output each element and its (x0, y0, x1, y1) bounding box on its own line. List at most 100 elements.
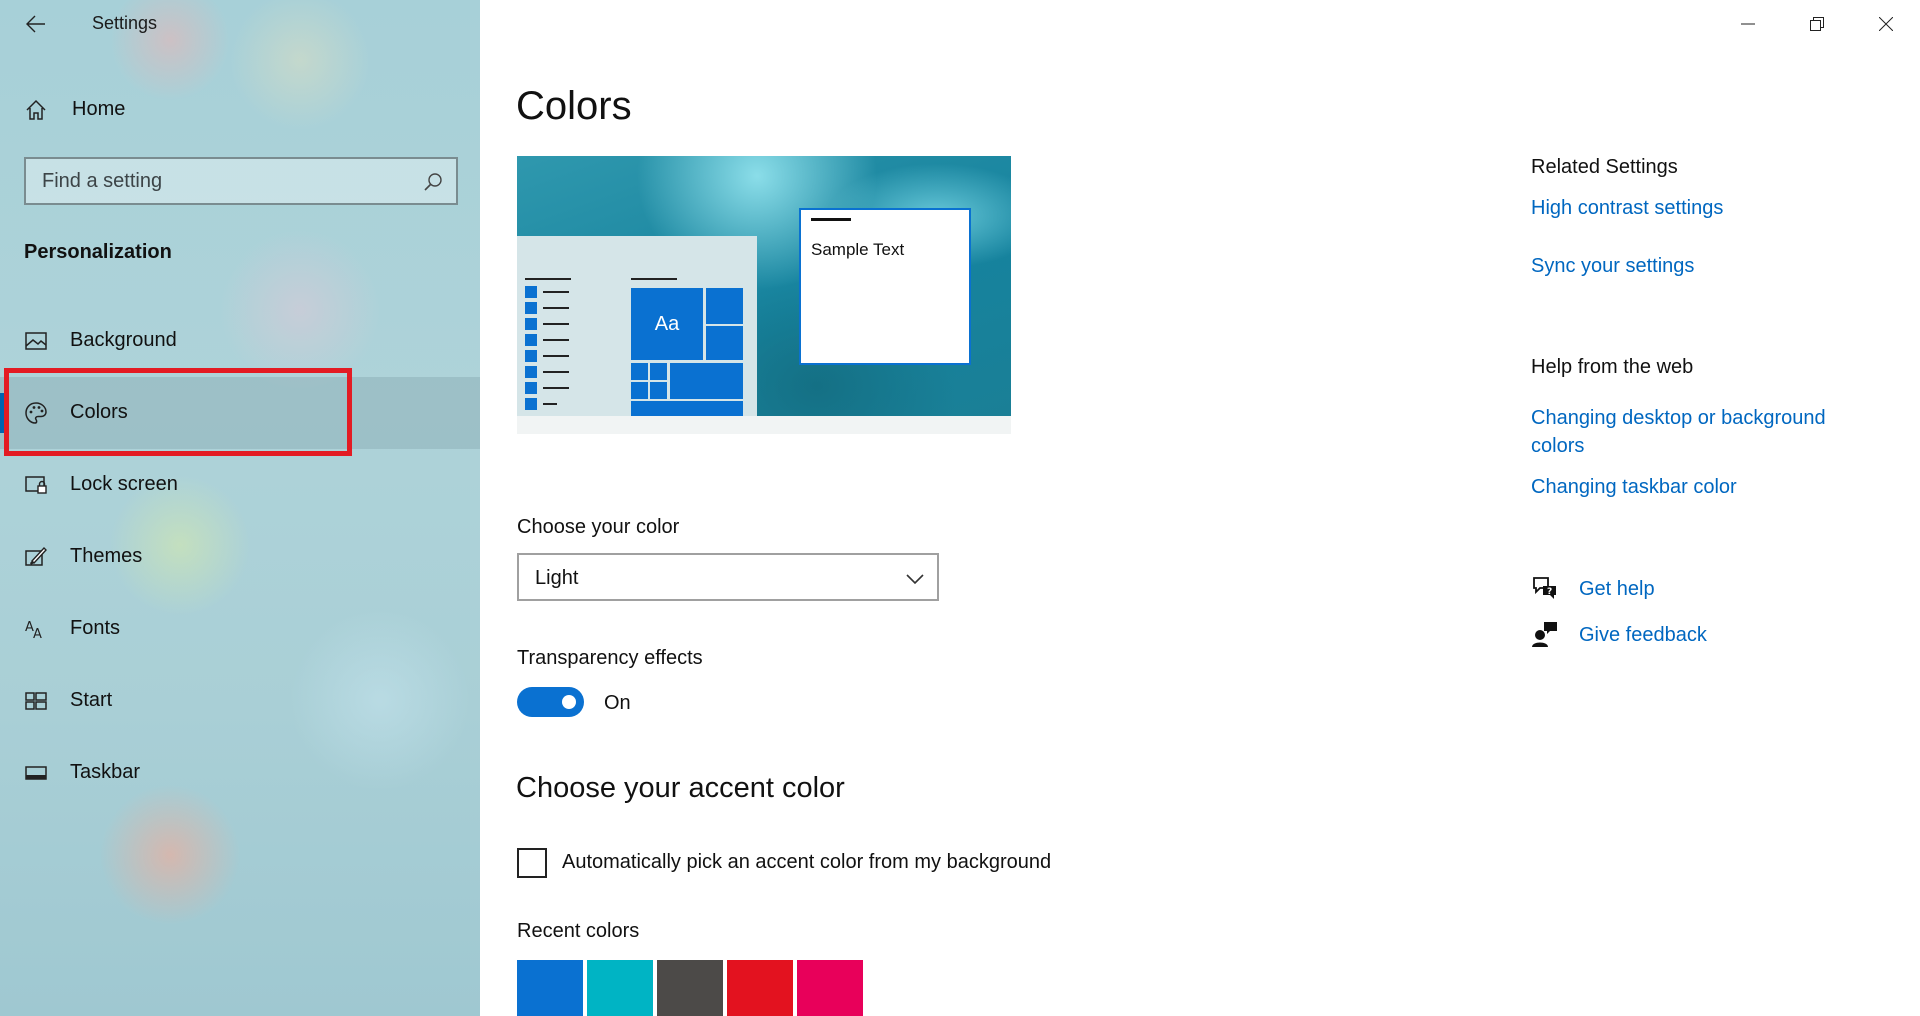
minimize-button[interactable] (1713, 0, 1782, 48)
sync-settings-link[interactable]: Sync your settings (1531, 252, 1694, 280)
back-arrow-icon (26, 15, 45, 33)
preview-start-menu: Aa (517, 236, 757, 416)
preview-tile (706, 288, 743, 324)
color-swatch[interactable] (657, 960, 723, 1016)
recent-colors-swatches (517, 960, 867, 1016)
sidebar-item-lock-screen[interactable]: Lock screen (0, 449, 480, 521)
sidebar-item-label: Fonts (70, 617, 121, 639)
feedback-icon (1532, 622, 1557, 647)
preview-window: Sample Text (799, 208, 971, 365)
transparency-state-label: On (604, 692, 631, 714)
sidebar-item-colors[interactable]: Colors (0, 377, 480, 449)
color-swatch[interactable] (517, 960, 583, 1016)
search-input[interactable] (26, 159, 456, 203)
preview-list-row (525, 316, 577, 332)
font-icon: A A (25, 620, 42, 641)
preview-tile-large: Aa (631, 288, 703, 360)
sidebar: Settings Home Personalization Backgroun (0, 0, 480, 1016)
changing-desktop-colors-link[interactable]: Changing desktop or background colors (1531, 404, 1871, 460)
preview-tile (650, 382, 667, 399)
lock-screen-icon (25, 476, 47, 494)
recent-colors-label: Recent colors (517, 920, 640, 942)
preview-line (525, 278, 571, 280)
preview-list-row (525, 380, 577, 396)
preview-tile (650, 363, 667, 380)
accent-color-title: Choose your accent color (516, 772, 845, 804)
transparency-toggle[interactable] (517, 687, 584, 717)
restore-icon (1809, 17, 1824, 31)
sidebar-item-label: Background (70, 329, 177, 351)
preview-list-row (525, 300, 577, 316)
sidebar-item-taskbar[interactable]: Taskbar (0, 737, 480, 809)
preview-list-row (525, 284, 577, 300)
main-content: Colors Aa Sample Text Choose your color … (480, 0, 1920, 1016)
choose-color-dropdown[interactable]: Light (517, 553, 939, 601)
preview-background-image: Aa Sample Text (517, 156, 1011, 416)
palette-icon (25, 402, 47, 424)
search-box[interactable] (24, 157, 458, 205)
sidebar-item-label: Themes (70, 545, 143, 567)
color-swatch[interactable] (587, 960, 653, 1016)
sidebar-item-label: Taskbar (70, 761, 141, 783)
get-help-icon: ? (1533, 577, 1556, 599)
nav-home-label: Home (72, 98, 126, 120)
chevron-down-icon (906, 574, 924, 585)
color-swatch[interactable] (797, 960, 863, 1016)
svg-text:?: ? (1547, 587, 1552, 597)
start-icon (25, 692, 47, 710)
app-title: Settings (92, 13, 158, 33)
preview-tile (631, 401, 743, 416)
minimize-icon (1740, 23, 1755, 25)
color-swatch[interactable] (727, 960, 793, 1016)
close-icon (1878, 17, 1893, 31)
back-button[interactable] (16, 6, 56, 42)
brush-icon (25, 546, 47, 566)
help-heading: Help from the web (1531, 356, 1694, 378)
sidebar-item-themes[interactable]: Themes (0, 521, 480, 593)
preview-sample-text: Sample Text (811, 240, 905, 259)
restore-button[interactable] (1782, 0, 1851, 48)
picture-icon (25, 332, 47, 350)
auto-accent-checkbox[interactable] (517, 848, 547, 878)
settings-window: Settings Home Personalization Backgroun (0, 0, 1920, 1016)
get-help-link[interactable]: Get help (1579, 575, 1655, 603)
sidebar-item-label: Lock screen (70, 473, 178, 495)
transparency-label: Transparency effects (517, 647, 703, 669)
preview-list-row (525, 396, 577, 412)
sidebar-item-start[interactable]: Start (0, 665, 480, 737)
search-icon (424, 173, 442, 191)
preview-tile (670, 363, 743, 399)
title-bar: Settings (0, 0, 480, 48)
choose-color-value: Light (535, 567, 579, 589)
page-title: Colors (516, 84, 632, 128)
choose-color-label: Choose your color (517, 516, 680, 538)
changing-taskbar-color-link[interactable]: Changing taskbar color (1531, 473, 1737, 501)
sidebar-item-label: Colors (70, 401, 128, 423)
sidebar-item-label: Start (70, 689, 113, 711)
toggle-knob (562, 695, 576, 709)
preview-tile (706, 326, 743, 360)
preview-tile (631, 363, 648, 380)
preview-list-row (525, 332, 577, 348)
give-feedback-link[interactable]: Give feedback (1579, 621, 1707, 649)
svg-text:A: A (33, 627, 42, 641)
preview-list-row (525, 364, 577, 380)
nav-list: Background Colors Lock screen Themes A A… (0, 305, 480, 809)
close-button[interactable] (1851, 0, 1920, 48)
section-title: Personalization (24, 241, 172, 263)
high-contrast-link[interactable]: High contrast settings (1531, 194, 1723, 222)
preview-line (631, 278, 677, 280)
sidebar-item-background[interactable]: Background (0, 305, 480, 377)
taskbar-icon (25, 766, 47, 780)
home-icon (26, 99, 46, 120)
preview-window-bar (811, 218, 851, 221)
nav-home[interactable]: Home (0, 88, 480, 132)
preview-list-row (525, 348, 577, 364)
color-preview: Aa Sample Text (517, 156, 1011, 434)
preview-tile (631, 382, 648, 399)
window-controls (1713, 0, 1920, 48)
auto-accent-label: Automatically pick an accent color from … (562, 851, 1052, 873)
sidebar-item-fonts[interactable]: A A Fonts (0, 593, 480, 665)
related-settings-heading: Related Settings (1531, 156, 1678, 178)
preview-app-list (525, 284, 577, 412)
